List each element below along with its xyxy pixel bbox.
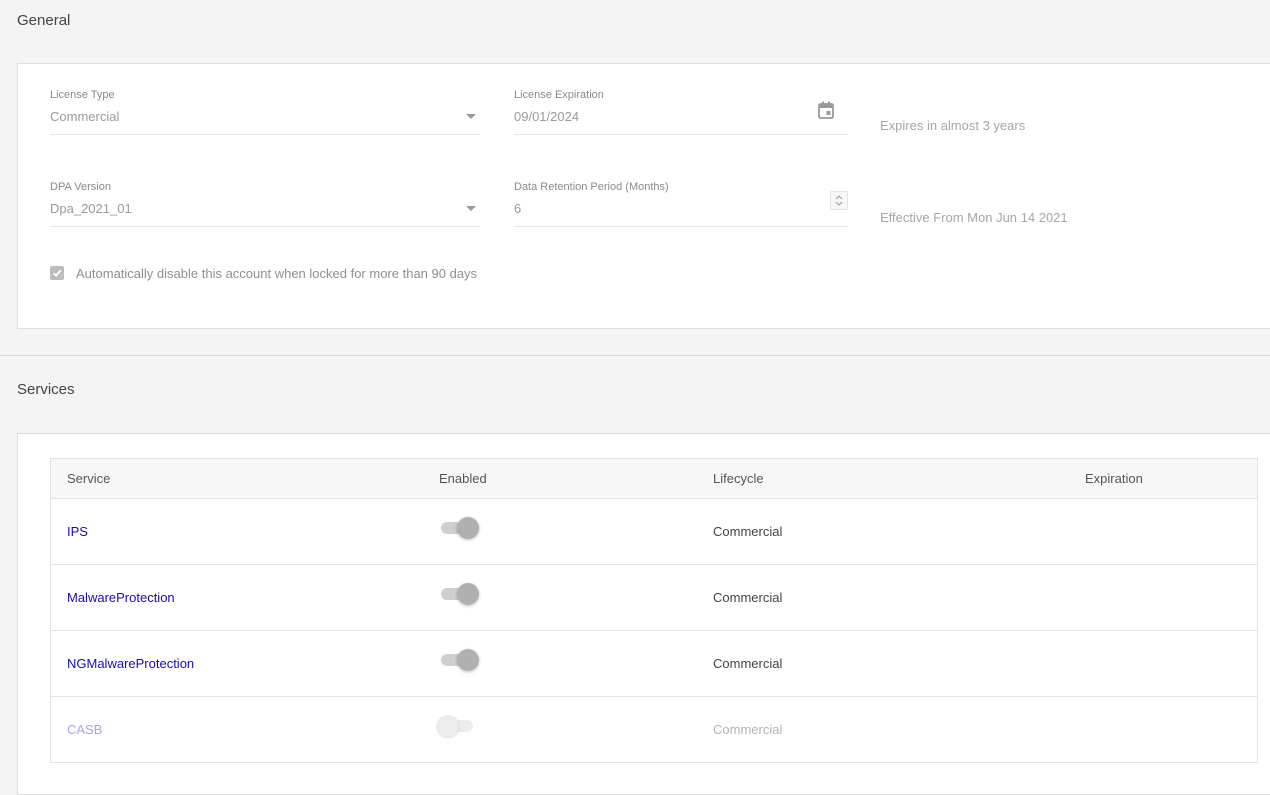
enabled-toggle[interactable] bbox=[439, 517, 479, 540]
data-retention-hint: Effective From Mon Jun 14 2021 bbox=[880, 210, 1068, 225]
services-section-title: Services bbox=[17, 381, 75, 398]
lifecycle-cell: Commercial bbox=[713, 498, 1085, 565]
license-type-label: License Type bbox=[50, 89, 115, 101]
expiration-cell bbox=[1085, 498, 1258, 565]
lifecycle-cell: Commercial bbox=[713, 630, 1085, 697]
service-link-ips[interactable]: IPS bbox=[67, 524, 88, 539]
auto-disable-label: Automatically disable this account when … bbox=[76, 265, 478, 281]
dpa-version-value: Dpa_2021_01 bbox=[50, 201, 132, 216]
service-cell: MalwareProtection bbox=[50, 564, 439, 631]
service-link-ngmalwareprotection[interactable]: NGMalwareProtection bbox=[67, 656, 194, 671]
chevron-down-icon[interactable] bbox=[466, 206, 476, 211]
table-row: NGMalwareProtection Commercial bbox=[50, 630, 1258, 697]
expiration-cell bbox=[1085, 564, 1258, 631]
table-row: CASB Commercial bbox=[51, 697, 1258, 763]
data-retention-label: Data Retention Period (Months) bbox=[514, 181, 669, 193]
auto-disable-option[interactable]: Automatically disable this account when … bbox=[50, 265, 477, 281]
service-cell: NGMalwareProtection bbox=[50, 630, 439, 697]
enabled-toggle[interactable] bbox=[439, 649, 479, 672]
calendar-icon[interactable] bbox=[818, 101, 834, 119]
service-cell: CASB bbox=[51, 697, 440, 763]
service-cell: IPS bbox=[50, 498, 439, 565]
enabled-cell bbox=[437, 697, 713, 763]
section-divider bbox=[0, 355, 1270, 356]
chevron-down-icon[interactable] bbox=[466, 114, 476, 119]
data-retention-input[interactable]: Data Retention Period (Months) 6 bbox=[514, 181, 848, 227]
column-header-expiration[interactable]: Expiration bbox=[1085, 458, 1258, 499]
number-stepper-icon[interactable] bbox=[830, 191, 848, 210]
table-header-row: Service Enabled Lifecycle Expiration bbox=[50, 458, 1258, 499]
license-type-select[interactable]: License Type Commercial bbox=[50, 89, 480, 135]
license-type-value: Commercial bbox=[50, 109, 120, 124]
enabled-toggle[interactable] bbox=[439, 583, 479, 606]
license-expiration-field[interactable]: License Expiration 09/01/2024 bbox=[514, 89, 848, 135]
table-row: IPS Commercial bbox=[50, 498, 1258, 565]
table-row: MalwareProtection Commercial bbox=[50, 564, 1258, 631]
enabled-toggle[interactable] bbox=[437, 715, 479, 738]
lifecycle-cell: Commercial bbox=[713, 564, 1085, 631]
expiration-cell bbox=[1085, 630, 1258, 697]
enabled-cell bbox=[439, 564, 713, 631]
lifecycle-cell: Commercial bbox=[713, 722, 783, 737]
services-table: Service Enabled Lifecycle Expiration IPS… bbox=[50, 458, 1258, 763]
expiration-cell bbox=[1085, 697, 1258, 763]
enabled-cell bbox=[439, 498, 713, 565]
data-retention-value: 6 bbox=[514, 201, 522, 216]
column-header-enabled[interactable]: Enabled bbox=[439, 458, 713, 499]
dpa-version-label: DPA Version bbox=[50, 181, 111, 193]
service-link-casb[interactable]: CASB bbox=[67, 722, 102, 737]
enabled-cell bbox=[439, 630, 713, 697]
license-expiration-hint: Expires in almost 3 years bbox=[880, 118, 1026, 133]
column-header-service[interactable]: Service bbox=[50, 458, 439, 499]
column-header-lifecycle[interactable]: Lifecycle bbox=[713, 458, 1085, 499]
dpa-version-select[interactable]: DPA Version Dpa_2021_01 bbox=[50, 181, 480, 227]
general-section-title: General bbox=[17, 12, 71, 29]
service-link-malwareprotection[interactable]: MalwareProtection bbox=[67, 590, 175, 605]
license-expiration-label: License Expiration bbox=[514, 89, 604, 101]
license-expiration-value: 09/01/2024 bbox=[514, 109, 580, 124]
auto-disable-checkbox[interactable] bbox=[50, 266, 64, 280]
